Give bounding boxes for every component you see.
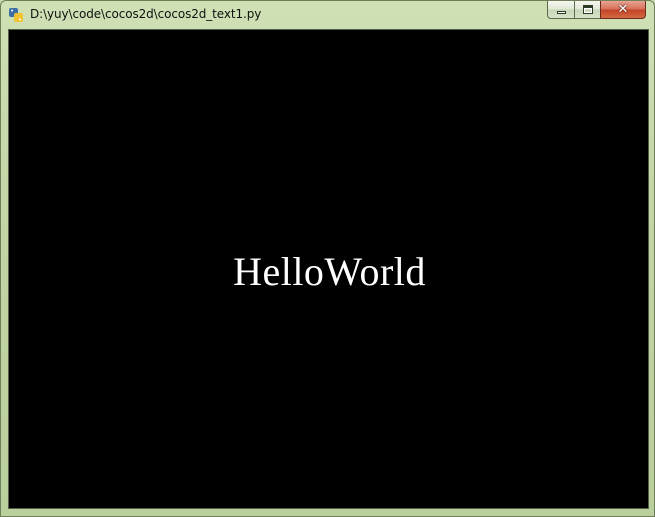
window-bottom-border [1,510,654,516]
game-canvas[interactable]: HelloWorld [8,29,649,509]
app-window: D:\yuy\code\cocos2d\cocos2d_text1.py ✕ H… [0,0,655,517]
maximize-button[interactable] [574,1,600,19]
close-button[interactable]: ✕ [600,1,646,19]
window-title: D:\yuy\code\cocos2d\cocos2d_text1.py [30,7,262,21]
minimize-icon [557,11,566,14]
maximize-icon [583,5,593,14]
minimize-button[interactable] [547,1,574,19]
hello-world-label: HelloWorld [233,249,426,294]
close-icon: ✕ [617,2,629,17]
python-icon[interactable] [8,7,24,23]
title-bar[interactable]: D:\yuy\code\cocos2d\cocos2d_text1.py ✕ [1,1,654,28]
caption-buttons: ✕ [547,1,646,20]
